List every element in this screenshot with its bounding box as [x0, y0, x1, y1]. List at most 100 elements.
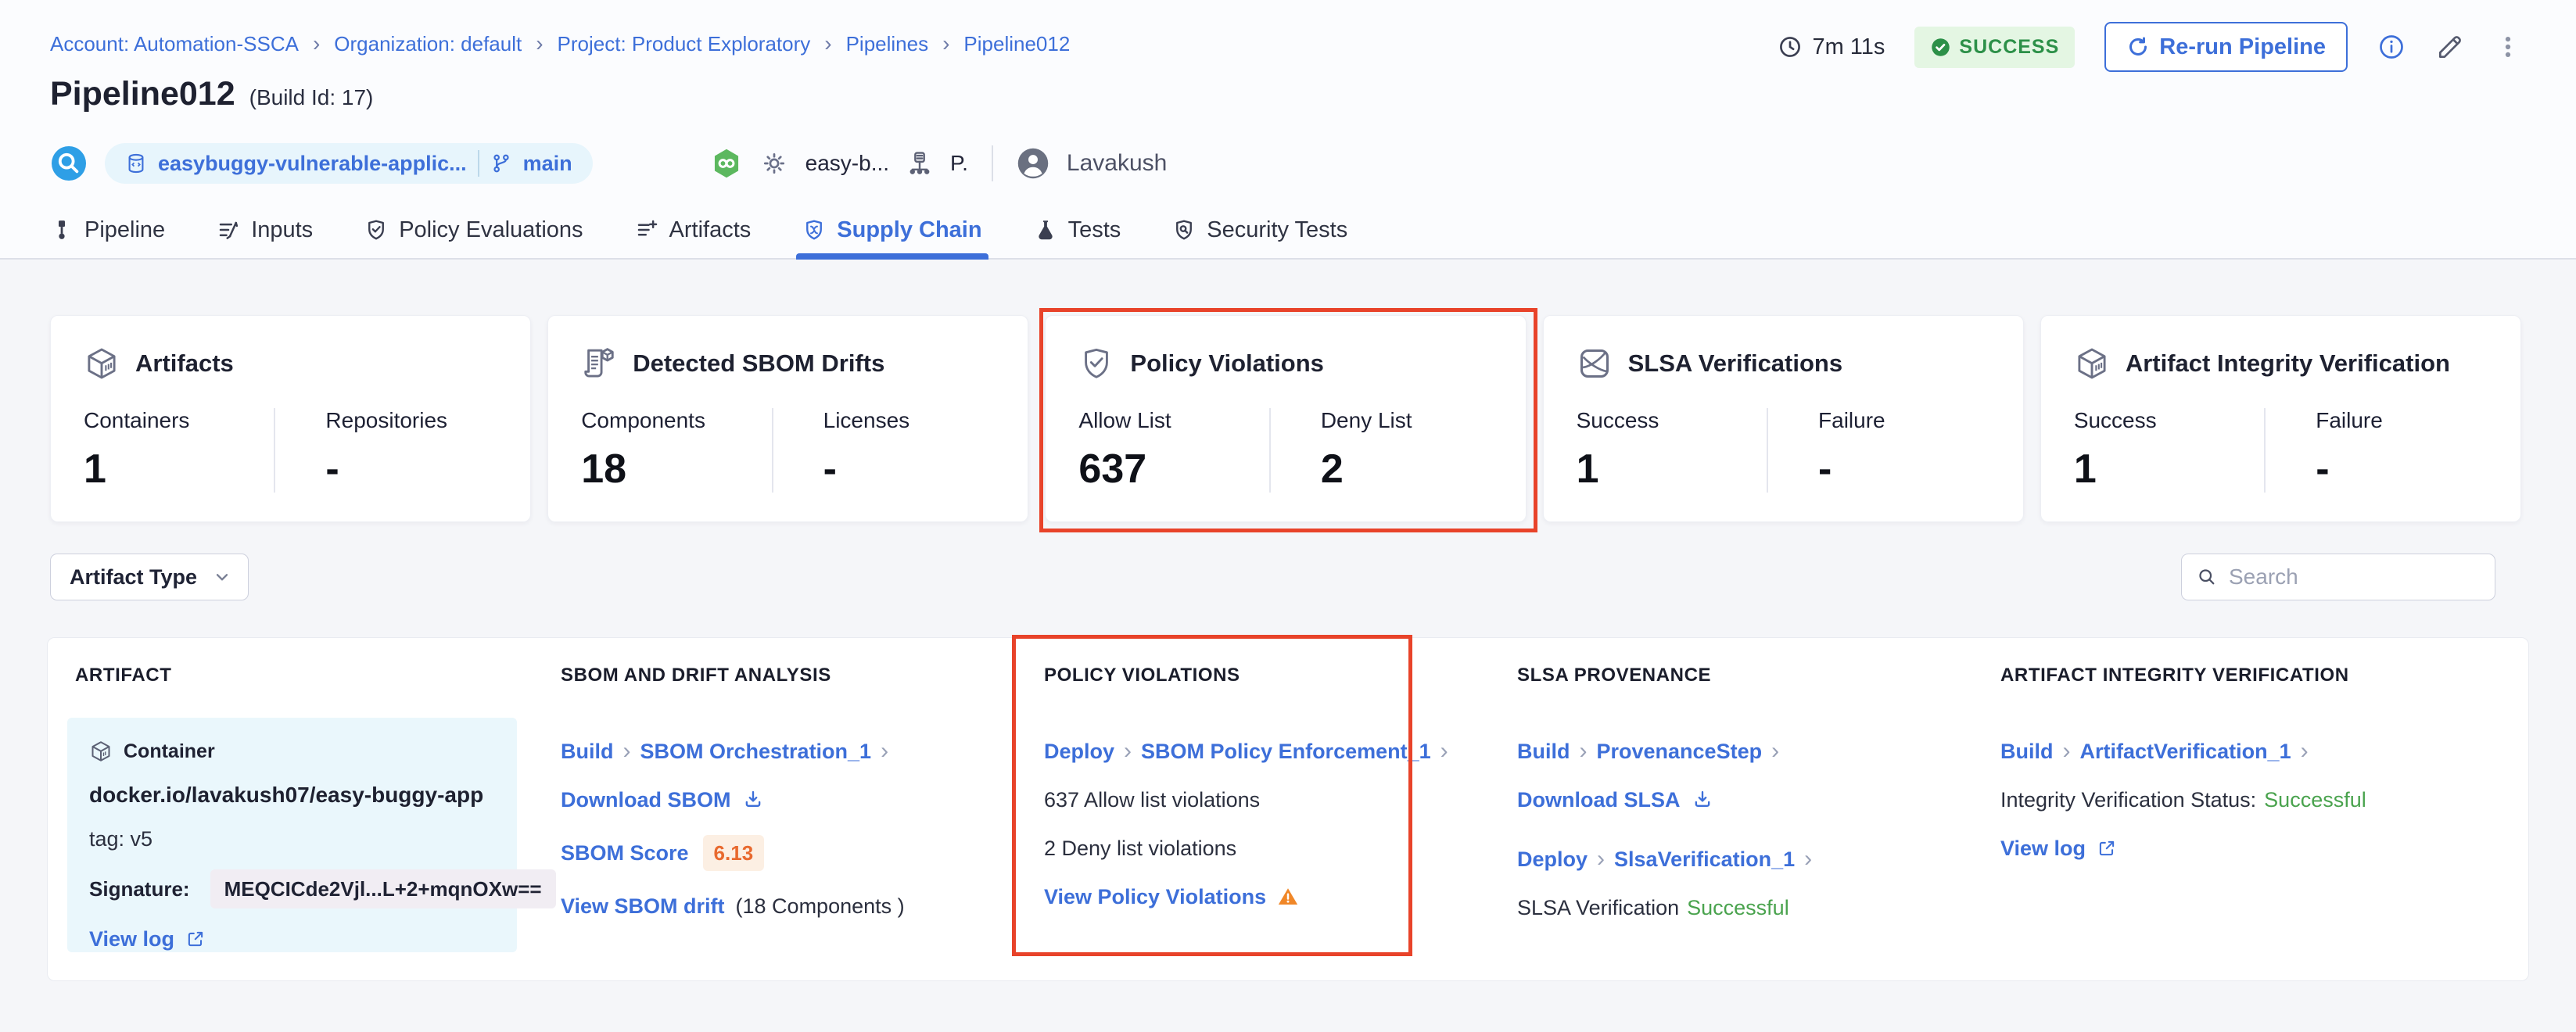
vertical-divider: [992, 145, 993, 181]
stat-integrity-failure: Failure -: [2264, 408, 2488, 493]
col-sbom-drift: SBOM AND DRIFT ANALYSIS: [561, 665, 1044, 686]
stat-slsa-success: Success 1: [1577, 408, 1767, 493]
download-icon: [1692, 789, 1713, 811]
artifact-type-label: Container: [124, 738, 215, 765]
drift-components-count: (18 Components ): [736, 893, 905, 919]
integrity-status-label: Integrity Verification Status:: [2000, 787, 2256, 813]
step-link[interactable]: ArtifactVerification_1: [2080, 738, 2291, 765]
chevron-down-icon: [212, 567, 232, 587]
tab-supply-chain[interactable]: Supply Chain: [802, 202, 981, 258]
refresh-icon: [2126, 35, 2150, 59]
stat-licenses: Licenses -: [772, 408, 996, 493]
topbar: Account: Automation-SSCA › Organization:…: [0, 0, 2576, 260]
allow-list-violations: 637 Allow list violations: [1044, 787, 1260, 813]
rerun-pipeline-button[interactable]: Re-run Pipeline: [2104, 22, 2348, 72]
artifacts-table: ARTIFACT SBOM AND DRIFT ANALYSIS POLICY …: [47, 637, 2529, 981]
info-icon[interactable]: [2377, 33, 2406, 61]
user-name: Lavakush: [1067, 150, 1167, 177]
stat-deny-list: Deny List 2: [1269, 408, 1493, 493]
summary-card-artifacts: Artifacts Containers 1 Repositories -: [50, 315, 531, 522]
stage-link[interactable]: Deploy: [1044, 738, 1114, 765]
search-input[interactable]: [2229, 564, 2511, 589]
stat-integrity-success: Success 1: [2074, 408, 2264, 493]
artifact-type-select[interactable]: Artifact Type: [50, 554, 249, 600]
card-title: Policy Violations: [1130, 349, 1324, 378]
slsa-icon: [1577, 346, 1613, 382]
tab-security-tests[interactable]: Security Tests: [1172, 202, 1347, 258]
policy-violations-cell: Deploy› SBOM Policy Enforcement_1› 637 A…: [1044, 718, 1517, 952]
download-icon: [742, 789, 764, 811]
breadcrumb: Account: Automation-SSCA › Organization:…: [50, 31, 1070, 56]
shield-search-icon: [1172, 218, 1196, 242]
chevron-right-icon: ›: [942, 31, 949, 56]
external-link-icon: [2097, 838, 2117, 858]
tab-policy-evaluations[interactable]: Policy Evaluations: [364, 202, 583, 258]
view-log-link[interactable]: View log: [89, 926, 174, 952]
repo-branch-pill[interactable]: easybuggy-vulnerable-applic... main: [105, 143, 593, 184]
stage-link[interactable]: Build: [561, 738, 614, 765]
tab-artifacts[interactable]: Artifacts: [635, 202, 752, 258]
breadcrumb-project[interactable]: Project: Product Exploratory: [558, 32, 811, 56]
breadcrumb-organization[interactable]: Organization: default: [334, 32, 522, 56]
stage-link[interactable]: Build: [1517, 738, 1570, 765]
card-title: Artifacts: [135, 349, 234, 378]
chevron-right-icon: ›: [824, 31, 831, 56]
edit-pencil-icon[interactable]: [2435, 32, 2465, 62]
package-cube-icon: [2074, 346, 2110, 382]
breadcrumb-pipeline012[interactable]: Pipeline012: [963, 32, 1070, 56]
download-slsa-link[interactable]: Download SLSA: [1517, 787, 1681, 813]
tab-bar: Pipeline Inputs Policy Evaluations Artif…: [50, 202, 1347, 258]
summary-card-artifact-integrity: Artifact Integrity Verification Success …: [2040, 315, 2521, 522]
code-module-icon: [50, 145, 88, 182]
view-log-link[interactable]: View log: [2000, 835, 2086, 862]
title-row: Pipeline012 (Build Id: 17): [50, 75, 373, 113]
tab-tests[interactable]: Tests: [1034, 202, 1121, 258]
step-link[interactable]: SlsaVerification_1: [1614, 846, 1795, 873]
git-branch-icon: [490, 152, 512, 174]
breadcrumb-pipelines[interactable]: Pipelines: [846, 32, 929, 56]
infrastructure-icon: [906, 150, 933, 177]
download-sbom-link[interactable]: Download SBOM: [561, 787, 731, 813]
duration-text: 7m 11s: [1812, 34, 1885, 60]
pipeline-meta-row: easybuggy-vulnerable-applic... main easy…: [50, 142, 1167, 185]
stat-slsa-failure: Failure -: [1767, 408, 1990, 493]
card-title: SLSA Verifications: [1628, 349, 1843, 378]
trigger-project-abbrev[interactable]: P.: [950, 151, 968, 176]
sbom-document-icon: [581, 346, 617, 382]
search-box: [2181, 554, 2495, 600]
view-sbom-drift-link[interactable]: View SBOM drift: [561, 893, 725, 919]
flask-icon: [1034, 218, 1057, 242]
branch-name: main: [523, 152, 572, 176]
kebab-menu-icon[interactable]: [2495, 34, 2521, 60]
user-avatar-icon: [1017, 147, 1049, 180]
artifact-tag: tag: v5: [89, 826, 152, 852]
build-id: (Build Id: 17): [249, 85, 374, 110]
trigger-pipeline-name[interactable]: easy-b...: [805, 151, 889, 176]
signature-value[interactable]: MEQCICde2Vjl...L+2+mqnOXw==: [210, 869, 556, 908]
page-title: Pipeline012: [50, 75, 235, 113]
sbom-score-badge: 6.13: [703, 835, 765, 871]
stage-link[interactable]: Build: [2000, 738, 2054, 765]
supply-chain-shield-icon: [802, 218, 826, 242]
container-cube-icon: [89, 740, 113, 763]
summary-cards-row: Artifacts Containers 1 Repositories - De…: [50, 315, 2521, 522]
status-badge: SUCCESS: [1914, 27, 2075, 68]
tab-pipeline[interactable]: Pipeline: [50, 202, 165, 258]
stage-link[interactable]: Deploy: [1517, 846, 1588, 873]
card-title: Artifact Integrity Verification: [2126, 349, 2450, 378]
trigger-webhook-icon: [710, 147, 743, 180]
step-link[interactable]: SBOM Policy Enforcement_1: [1141, 738, 1431, 765]
col-policy-violations: POLICY VIOLATIONS: [1044, 665, 1517, 686]
slsa-verification-status: Successful: [1687, 894, 1789, 921]
step-link[interactable]: SBOM Orchestration_1: [640, 738, 872, 765]
stat-containers: Containers 1: [84, 408, 274, 493]
pipeline-icon: [50, 218, 74, 242]
sbom-score-link[interactable]: SBOM Score: [561, 840, 689, 866]
artifact-cell: Container docker.io/lavakush07/easy-bugg…: [75, 718, 561, 952]
tab-inputs[interactable]: Inputs: [217, 202, 313, 258]
view-policy-violations-link[interactable]: View Policy Violations: [1044, 883, 1266, 910]
breadcrumb-account[interactable]: Account: Automation-SSCA: [50, 32, 299, 56]
status-text: SUCCESS: [1959, 36, 2059, 59]
duration: 7m 11s: [1778, 34, 1885, 60]
step-link[interactable]: ProvenanceStep: [1597, 738, 1763, 765]
